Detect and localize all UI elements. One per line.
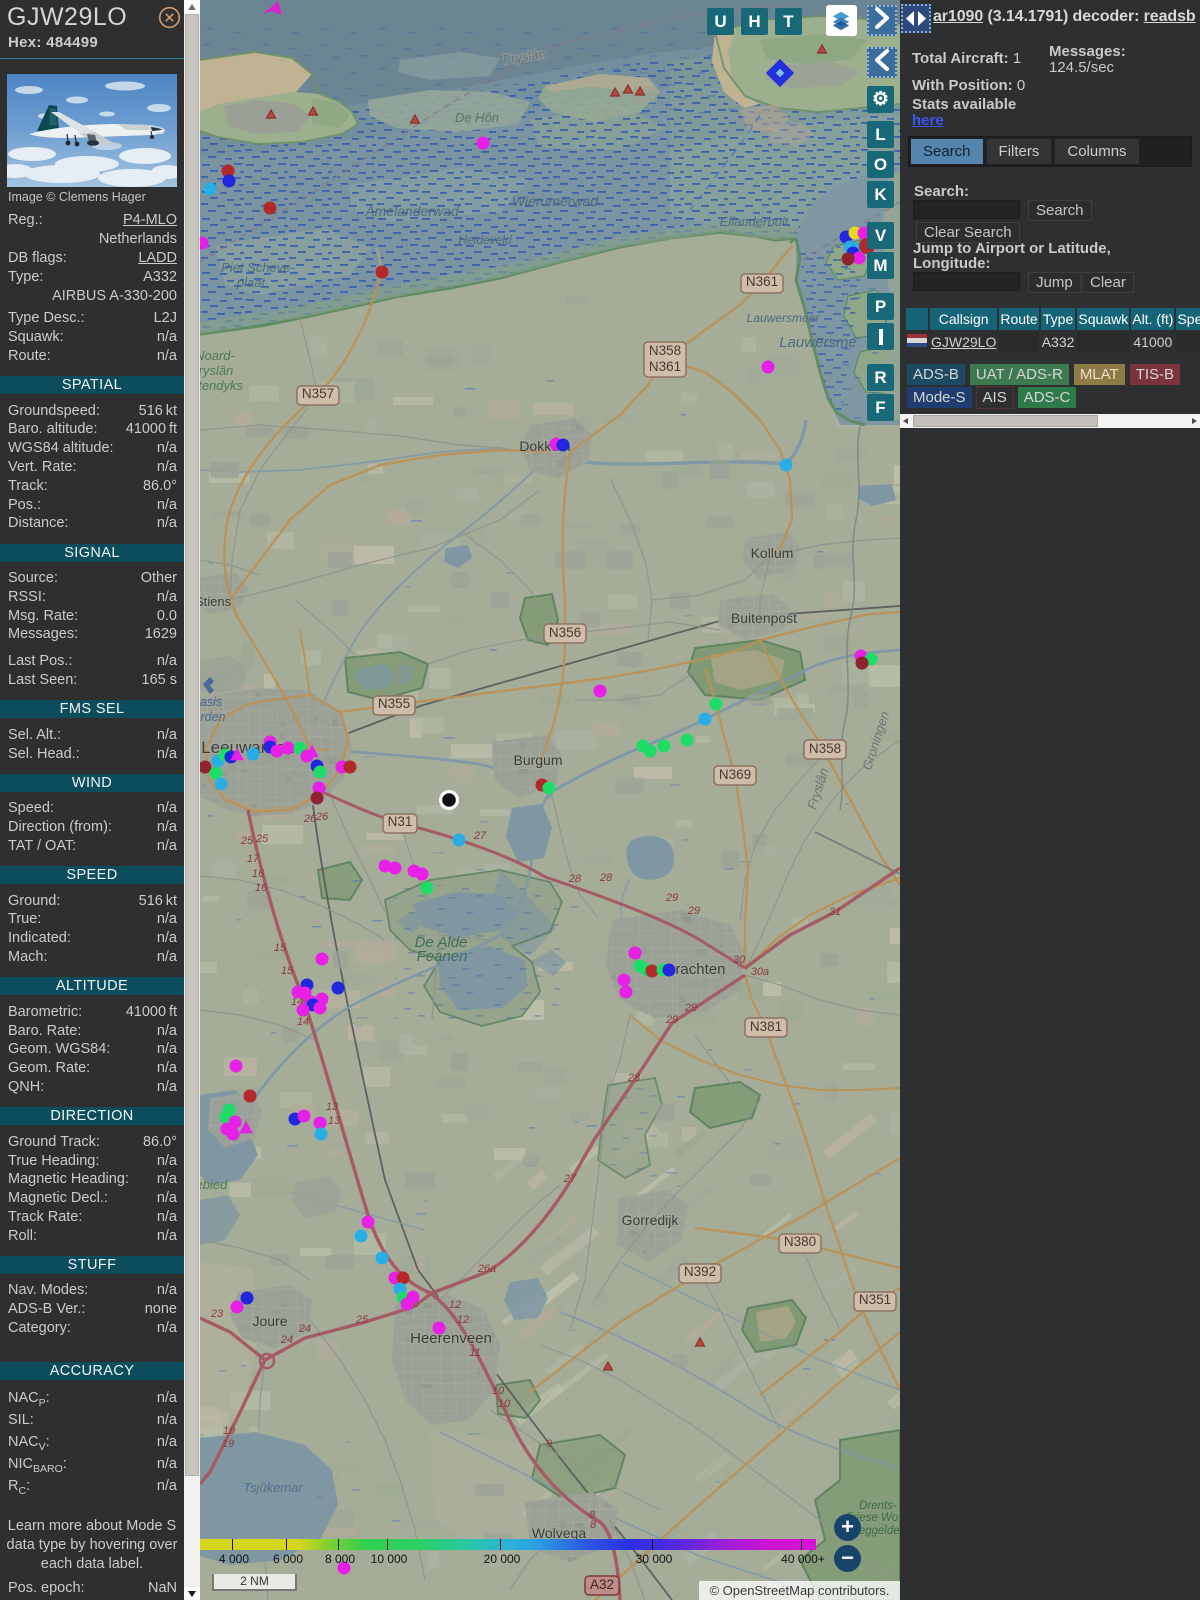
svg-text:30a: 30a (751, 966, 769, 978)
svg-text:13: 13 (326, 1101, 339, 1113)
svg-text:Lauwersmeer: Lauwersmeer (747, 311, 821, 325)
svg-text:19: 19 (222, 1438, 234, 1450)
svg-text:Tsjûkemar: Tsjûkemar (243, 1480, 303, 1495)
svg-text:29: 29 (684, 1002, 697, 1014)
svg-text:ergebied: ergebied (200, 1177, 228, 1192)
svg-text:N392: N392 (684, 1264, 716, 1279)
svg-text:Gorredijk: Gorredijk (622, 1212, 680, 1228)
svg-text:31: 31 (829, 906, 841, 918)
svg-text:16: 16 (255, 882, 268, 894)
svg-text:26a: 26a (477, 1263, 496, 1275)
svg-text:24: 24 (298, 1323, 311, 1335)
svg-text:N31: N31 (388, 814, 413, 829)
svg-text:N351: N351 (859, 1292, 891, 1307)
svg-text:11: 11 (469, 1347, 480, 1359)
svg-text:26: 26 (315, 811, 329, 823)
svg-text:Feanen: Feanen (417, 948, 468, 965)
svg-text:26: 26 (303, 813, 317, 825)
svg-text:23: 23 (210, 1308, 224, 1320)
svg-text:15: 15 (274, 942, 287, 954)
svg-text:gbasis: gbasis (200, 695, 222, 709)
svg-text:16: 16 (252, 868, 265, 880)
svg-text:17: 17 (247, 853, 260, 865)
svg-text:N355: N355 (378, 696, 410, 711)
svg-text:Lauwersme: Lauwersme (779, 334, 857, 351)
svg-text:De Hôn: De Hôn (455, 110, 499, 125)
svg-text:12: 12 (457, 1314, 469, 1326)
svg-text:Heideveld: Heideveld (458, 233, 512, 247)
svg-text:29: 29 (687, 905, 700, 917)
svg-text:10: 10 (498, 1398, 511, 1410)
svg-text:Buitenpost: Buitenpost (731, 610, 797, 626)
svg-text:Joure: Joure (252, 1313, 287, 1329)
svg-text:N381: N381 (750, 1019, 782, 1034)
svg-text:Drents-: Drents- (859, 1500, 897, 1512)
svg-text:Noard-: Noard- (200, 348, 236, 363)
svg-text:27: 27 (563, 1173, 577, 1185)
svg-text:8: 8 (590, 1519, 597, 1531)
svg-text:N358: N358 (809, 741, 841, 756)
svg-text:24: 24 (280, 1334, 293, 1346)
svg-text:N361: N361 (649, 359, 681, 374)
svg-text:N361: N361 (746, 274, 778, 289)
svg-text:9: 9 (546, 1438, 552, 1450)
svg-text:N357: N357 (302, 386, 334, 401)
svg-text:N358: N358 (649, 343, 681, 358)
svg-text:N380: N380 (784, 1234, 816, 1249)
svg-text:28: 28 (599, 872, 613, 884)
svg-text:29: 29 (665, 1014, 678, 1026)
svg-text:12: 12 (449, 1299, 461, 1311)
svg-text:A32: A32 (590, 1577, 614, 1592)
svg-text:14: 14 (297, 1016, 309, 1028)
svg-text:plaat: plaat (236, 275, 267, 290)
svg-text:25: 25 (355, 1314, 369, 1326)
svg-text:25: 25 (240, 835, 254, 847)
svg-text:Amelanderwad: Amelanderwad (364, 203, 460, 219)
svg-text:15: 15 (281, 965, 294, 977)
svg-text:Eilanderbult: Eilanderbult (720, 214, 790, 229)
svg-text:N369: N369 (719, 767, 751, 782)
svg-text:13: 13 (328, 1115, 341, 1127)
svg-text:warden: warden (200, 710, 226, 724)
svg-text:28: 28 (568, 873, 582, 885)
svg-text:28: 28 (627, 1072, 641, 1084)
svg-text:Stiens: Stiens (200, 594, 232, 609)
svg-text:27: 27 (473, 830, 487, 842)
svg-text:Burgum: Burgum (513, 752, 562, 768)
svg-text:Piet Scheve-: Piet Scheve- (221, 260, 295, 275)
svg-text:19: 19 (223, 1425, 235, 1437)
svg-text:Heerenveen: Heerenveen (410, 1330, 492, 1347)
svg-text:N356: N356 (549, 625, 581, 640)
svg-text:Wierumerwad: Wierumerwad (512, 193, 599, 209)
svg-text:Kollum: Kollum (751, 545, 794, 561)
svg-text:10: 10 (492, 1385, 505, 1397)
svg-text:Fryslân: Fryslân (200, 363, 233, 378)
svg-text:30: 30 (733, 954, 746, 966)
svg-text:ûtendyks: ûtendyks (200, 378, 244, 393)
svg-text:29: 29 (665, 892, 678, 904)
svg-text:25: 25 (255, 833, 269, 845)
